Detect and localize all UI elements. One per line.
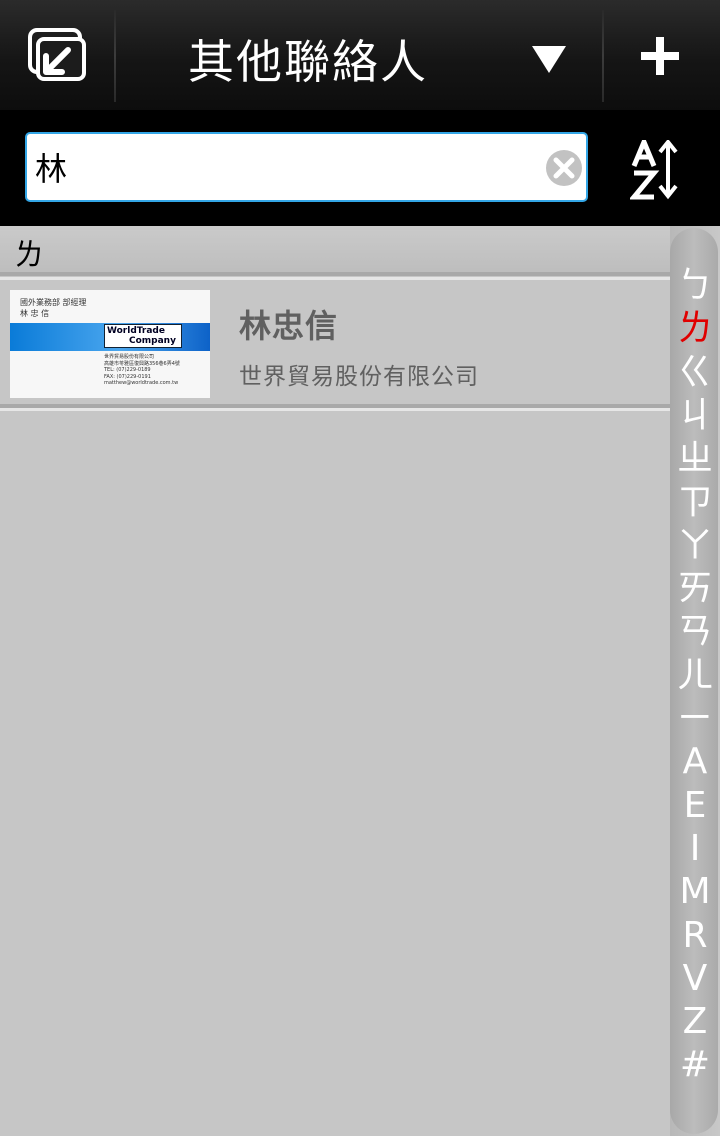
sort-button[interactable] bbox=[606, 118, 720, 218]
card-name-text: 林 忠 信 bbox=[20, 309, 50, 318]
search-input[interactable] bbox=[35, 140, 525, 194]
section-header: ㄌ bbox=[0, 226, 720, 274]
clear-icon[interactable] bbox=[545, 149, 583, 187]
list-item[interactable]: 國外業務部 部經理 林 忠 信 WorldTrade Company 世界貿易股… bbox=[0, 281, 670, 405]
divider bbox=[0, 272, 670, 276]
search-box bbox=[25, 132, 588, 202]
index-letter[interactable]: ㄗ bbox=[670, 484, 720, 521]
divider bbox=[602, 10, 604, 102]
index-letter[interactable]: ㄦ bbox=[670, 657, 720, 694]
index-letter[interactable]: ㄐ bbox=[670, 397, 720, 434]
page-title: 其他聯絡人 bbox=[188, 35, 428, 89]
triangle-down-icon bbox=[532, 46, 566, 73]
card-title-text: 國外業務部 部經理 bbox=[20, 298, 87, 307]
index-letter[interactable]: Z bbox=[670, 1004, 720, 1040]
index-letter[interactable]: A bbox=[670, 744, 720, 780]
plus-icon bbox=[641, 37, 679, 75]
index-letter[interactable]: ㄢ bbox=[670, 614, 720, 650]
search-bar bbox=[0, 110, 720, 226]
title-dropdown[interactable]: 其他聯絡人 bbox=[118, 0, 600, 110]
section-header-label: ㄌ bbox=[14, 238, 44, 273]
add-contact-button[interactable] bbox=[606, 0, 720, 110]
index-letter[interactable]: M bbox=[670, 874, 720, 910]
card-logo-text: WorldTrade bbox=[107, 326, 165, 336]
index-letter[interactable]: I bbox=[670, 830, 720, 867]
index-letter[interactable]: ㄓ bbox=[670, 441, 720, 477]
index-letter[interactable]: ㄅ bbox=[670, 268, 720, 304]
business-card-thumbnail: 國外業務部 部經理 林 忠 信 WorldTrade Company 世界貿易股… bbox=[10, 290, 210, 398]
index-letter[interactable]: ㄧ bbox=[670, 701, 720, 737]
index-letter[interactable]: ㄚ bbox=[670, 527, 720, 564]
index-letter[interactable]: ㄍ bbox=[670, 354, 720, 391]
sort-az-icon bbox=[630, 140, 678, 200]
index-letter[interactable]: R bbox=[670, 917, 720, 954]
card-info-line: matthew@worldtrade.com.tw bbox=[104, 380, 179, 386]
index-letter[interactable]: V bbox=[670, 960, 720, 997]
contact-company: 世界貿易股份有限公司 bbox=[239, 364, 479, 390]
card-logo-text: Company bbox=[129, 336, 176, 346]
index-letter[interactable]: # bbox=[670, 1047, 720, 1083]
card-info: 世界貿易股份有限公司 高雄市苓雅區復興路356巷6弄4號 TEL: (07)22… bbox=[104, 354, 208, 387]
index-letter[interactable]: E bbox=[670, 787, 720, 824]
contact-name: 林忠信 bbox=[239, 307, 339, 345]
divider bbox=[0, 408, 670, 411]
index-letter[interactable]: ㄞ bbox=[670, 571, 720, 607]
index-letter[interactable]: ㄌ bbox=[670, 311, 720, 347]
divider bbox=[0, 277, 670, 280]
back-icon bbox=[28, 28, 86, 81]
card-logo: WorldTrade Company bbox=[104, 324, 182, 348]
action-bar: 其他聯絡人 bbox=[0, 0, 720, 110]
divider bbox=[114, 10, 116, 102]
back-button[interactable] bbox=[0, 0, 114, 110]
